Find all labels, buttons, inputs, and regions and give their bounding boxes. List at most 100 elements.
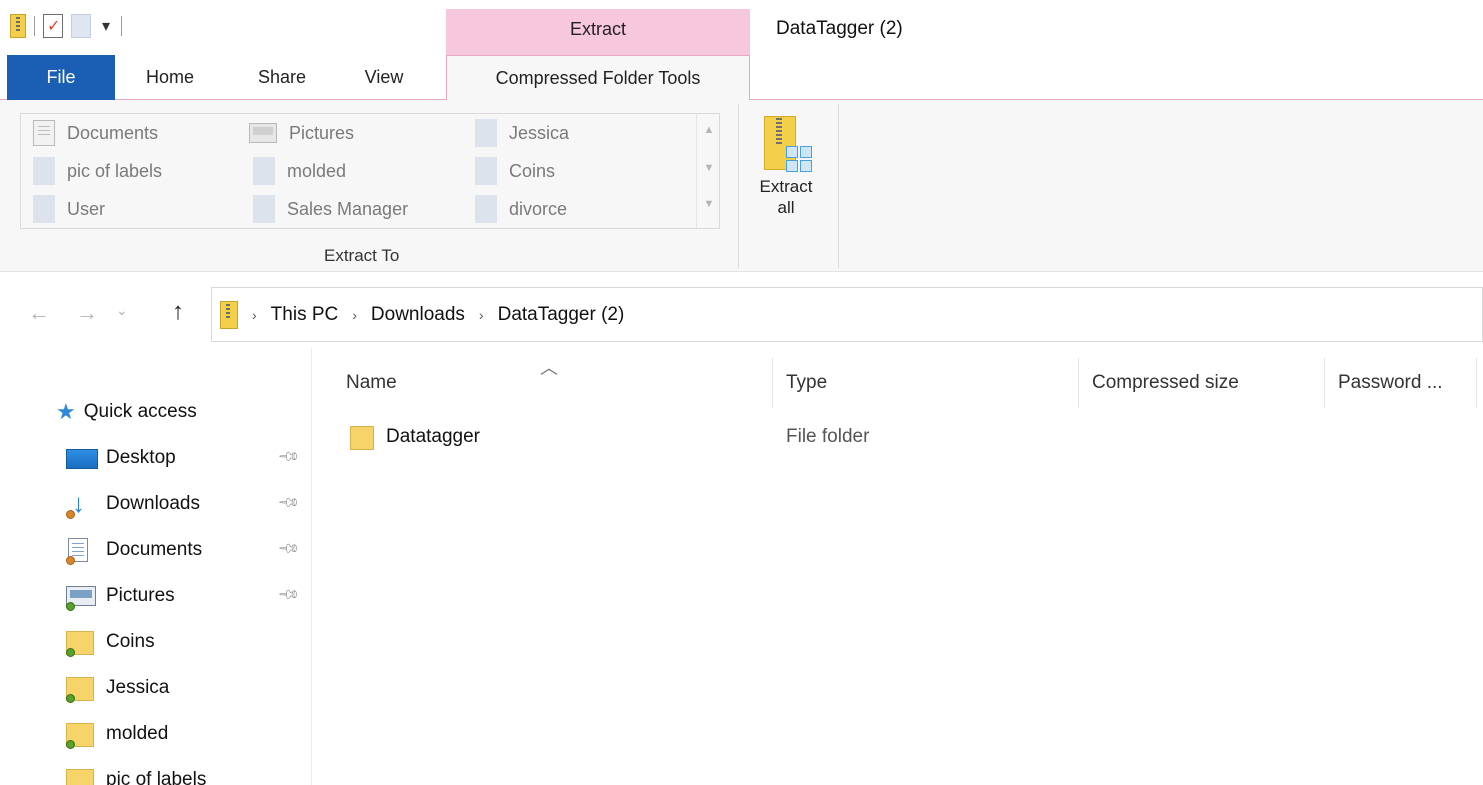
tab-share[interactable]: Share <box>244 55 320 100</box>
gallery-item-molded[interactable]: molded <box>253 156 346 186</box>
nav-item-pictures[interactable]: Pictures 📌︎ <box>60 578 311 614</box>
gallery-expand-icon[interactable]: ▼ <box>697 198 721 210</box>
window-title: DataTagger (2) <box>776 18 903 39</box>
navigation-pane: ★ Quick access Desktop 📌︎ ↓ Downloads 📌︎… <box>0 348 312 785</box>
gallery-item-label: Pictures <box>289 122 355 143</box>
folder-icon <box>475 195 497 223</box>
file-type: File folder <box>786 426 870 447</box>
recent-locations-chevron-icon[interactable]: ⌄ <box>116 302 128 319</box>
gallery-item-sales-manager[interactable]: Sales Manager <box>253 194 408 224</box>
back-arrow-icon[interactable]: ← <box>28 300 50 326</box>
nav-quick-access[interactable]: ★ Quick access <box>56 394 308 430</box>
folder-icon <box>33 157 55 185</box>
sort-ascending-icon: ︿ <box>540 358 558 378</box>
nav-item-desktop[interactable]: Desktop 📌︎ <box>60 440 311 476</box>
up-arrow-icon[interactable]: ↑ <box>172 298 184 326</box>
gallery-item-pic-of-labels[interactable]: pic of labels <box>33 156 162 186</box>
column-divider[interactable] <box>1324 358 1325 408</box>
gallery-item-label: Sales Manager <box>287 198 409 219</box>
breadcrumb-datatagger[interactable]: DataTagger (2) <box>498 304 625 326</box>
pin-icon[interactable]: 📌︎ <box>277 582 301 607</box>
nav-item-downloads[interactable]: ↓ Downloads 📌︎ <box>60 486 311 522</box>
folder-icon <box>475 119 497 147</box>
gallery-scrollbar[interactable]: ▲ ▼ ▼ <box>696 114 720 228</box>
extract-to-gallery: Documents Pictures Jessica pic of labels… <box>20 113 720 229</box>
new-folder-icon[interactable] <box>71 14 91 38</box>
scroll-up-icon[interactable]: ▲ <box>697 124 721 136</box>
navigation-bar: ← → ⌄ ↑ › This PC › Downloads › DataTagg… <box>0 272 1483 348</box>
nav-item-pic-of-labels[interactable]: pic of labels <box>60 762 311 785</box>
nav-item-coins[interactable]: Coins <box>60 624 311 660</box>
nav-item-label: Documents <box>106 539 203 560</box>
tab-compressed-folder-tools[interactable]: Compressed Folder Tools <box>446 55 750 102</box>
gallery-item-documents[interactable]: Documents <box>33 118 158 148</box>
gallery-item-label: Documents <box>67 122 159 143</box>
zip-folder-icon <box>220 300 238 329</box>
column-header-compressed-size[interactable]: Compressed size <box>1092 372 1239 394</box>
column-header-password[interactable]: Password ... <box>1338 372 1443 394</box>
nav-item-label: Jessica <box>106 677 170 698</box>
gallery-item-user[interactable]: User <box>33 194 105 224</box>
breadcrumb-separator-icon[interactable]: › <box>479 307 484 323</box>
nav-item-jessica[interactable]: Jessica <box>60 670 311 706</box>
folder-icon <box>60 628 96 657</box>
pin-icon[interactable]: 📌︎ <box>277 444 301 469</box>
ribbon: Documents Pictures Jessica pic of labels… <box>0 100 1483 272</box>
folder-icon <box>33 195 55 223</box>
folder-icon <box>60 674 96 703</box>
tab-home[interactable]: Home <box>128 55 212 100</box>
file-row[interactable]: Datatagger File folder <box>336 422 1456 454</box>
folder-icon <box>350 426 374 450</box>
file-name: Datatagger <box>386 426 481 447</box>
folder-icon <box>60 720 96 749</box>
tab-view[interactable]: View <box>352 55 416 100</box>
nav-item-documents[interactable]: Documents 📌︎ <box>60 532 311 568</box>
folder-icon <box>253 157 275 185</box>
column-divider[interactable] <box>1078 358 1079 408</box>
gallery-item-pictures[interactable]: Pictures <box>249 118 354 148</box>
ribbon-tabs: File Home Share View Compressed Folder T… <box>0 55 1483 102</box>
customize-toolbar-dropdown-icon[interactable]: ▾ <box>99 16 113 36</box>
nav-item-molded[interactable]: molded <box>60 716 311 752</box>
scroll-down-icon[interactable]: ▼ <box>697 162 721 174</box>
desktop-icon <box>60 444 98 472</box>
group-divider <box>838 104 839 268</box>
folder-icon <box>253 195 275 223</box>
file-list: ︿ Name Type Compressed size Password ...… <box>312 348 1483 785</box>
nav-item-label: pic of labels <box>106 769 207 785</box>
star-icon: ★ <box>56 399 76 424</box>
breadcrumb-separator-icon[interactable]: › <box>252 307 257 323</box>
zip-folder-icon[interactable] <box>10 14 26 38</box>
gallery-item-divorce[interactable]: divorce <box>475 194 567 224</box>
column-divider[interactable] <box>772 358 773 408</box>
toolbar-divider <box>34 16 35 36</box>
gallery-item-label: pic of labels <box>67 160 163 181</box>
gallery-item-label: molded <box>287 160 347 181</box>
folder-icon <box>475 157 497 185</box>
forward-arrow-icon[interactable]: → <box>76 300 98 326</box>
breadcrumb-downloads[interactable]: Downloads <box>371 304 465 326</box>
properties-icon[interactable] <box>43 14 63 38</box>
gallery-item-label: Jessica <box>509 122 570 143</box>
gallery-item-coins[interactable]: Coins <box>475 156 555 186</box>
group-divider <box>738 104 739 268</box>
pictures-icon <box>249 123 277 143</box>
nav-item-label: Quick access <box>83 401 197 422</box>
nav-item-label: Desktop <box>106 447 176 468</box>
breadcrumb-separator-icon[interactable]: › <box>352 307 357 323</box>
breadcrumb-this-pc[interactable]: This PC <box>271 304 339 326</box>
gallery-item-jessica[interactable]: Jessica <box>475 118 569 148</box>
column-header-type[interactable]: Type <box>786 372 827 394</box>
column-header-name[interactable]: Name <box>346 372 397 394</box>
nav-item-label: Coins <box>106 631 155 652</box>
address-bar[interactable]: › This PC › Downloads › DataTagger (2) <box>211 287 1483 342</box>
nav-item-label: Downloads <box>106 493 200 514</box>
extract-all-button[interactable]: Extract all <box>748 114 824 234</box>
tab-file[interactable]: File <box>7 55 115 100</box>
pin-icon[interactable]: 📌︎ <box>277 490 301 515</box>
extract-to-group-label: Extract To <box>324 246 400 265</box>
pin-icon[interactable]: 📌︎ <box>277 536 301 561</box>
title-bar: ▾ Extract DataTagger (2) <box>0 0 1483 55</box>
quick-access-toolbar: ▾ <box>10 14 122 38</box>
column-divider[interactable] <box>1476 358 1477 408</box>
